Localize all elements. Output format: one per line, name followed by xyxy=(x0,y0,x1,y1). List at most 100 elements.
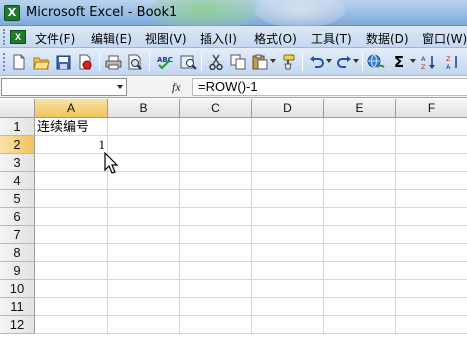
cell-d12[interactable] xyxy=(252,316,324,334)
cell-d9[interactable] xyxy=(252,262,324,280)
row-header-3[interactable]: 3 xyxy=(0,154,35,172)
sort-descending-icon[interactable]: ZA xyxy=(444,53,462,71)
cell-b7[interactable] xyxy=(108,226,180,244)
cell-f3[interactable] xyxy=(396,154,467,172)
cell-e2[interactable] xyxy=(324,136,396,154)
cell-b8[interactable] xyxy=(108,244,180,262)
workbook-icon[interactable]: X xyxy=(10,30,26,44)
cell-c2[interactable] xyxy=(180,136,252,154)
cell-b10[interactable] xyxy=(108,280,180,298)
cell-e3[interactable] xyxy=(324,154,396,172)
open-icon[interactable] xyxy=(32,53,50,71)
cell-c10[interactable] xyxy=(180,280,252,298)
insert-function-icon[interactable]: fx xyxy=(172,80,181,95)
cell-a3[interactable] xyxy=(35,154,108,172)
row-header-9[interactable]: 9 xyxy=(0,262,35,280)
cell-a6[interactable] xyxy=(35,208,108,226)
autosum-dropdown-arrow[interactable] xyxy=(410,59,416,63)
cell-e11[interactable] xyxy=(324,298,396,316)
cell-e1[interactable] xyxy=(324,118,396,136)
print-preview-icon[interactable] xyxy=(126,53,144,71)
cell-e8[interactable] xyxy=(324,244,396,262)
cell-b1[interactable] xyxy=(108,118,180,136)
redo-icon[interactable] xyxy=(335,53,353,71)
name-box[interactable] xyxy=(1,78,127,96)
cell-e5[interactable] xyxy=(324,190,396,208)
spelling-icon[interactable]: ABC xyxy=(156,53,174,71)
new-icon[interactable] xyxy=(10,53,28,71)
cell-c3[interactable] xyxy=(180,154,252,172)
row-header-12[interactable]: 12 xyxy=(0,316,35,334)
column-header-e[interactable]: E xyxy=(324,99,396,118)
cell-f12[interactable] xyxy=(396,316,467,334)
cell-d5[interactable] xyxy=(252,190,324,208)
cell-e12[interactable] xyxy=(324,316,396,334)
autosum-icon[interactable]: Σ xyxy=(390,53,408,71)
cell-d2[interactable] xyxy=(252,136,324,154)
menu-edit[interactable]: 编辑(E) xyxy=(91,30,132,47)
permission-icon[interactable] xyxy=(76,53,94,71)
cell-a7[interactable] xyxy=(35,226,108,244)
cell-d6[interactable] xyxy=(252,208,324,226)
menu-grip[interactable] xyxy=(3,29,6,45)
row-header-7[interactable]: 7 xyxy=(0,226,35,244)
cell-a9[interactable] xyxy=(35,262,108,280)
save-icon[interactable] xyxy=(54,53,72,71)
cell-c12[interactable] xyxy=(180,316,252,334)
row-header-1[interactable]: 1 xyxy=(0,118,35,136)
cell-a5[interactable] xyxy=(35,190,108,208)
cell-e9[interactable] xyxy=(324,262,396,280)
cell-d10[interactable] xyxy=(252,280,324,298)
menu-data[interactable]: 数据(D) xyxy=(366,30,409,47)
name-box-dropdown[interactable] xyxy=(114,79,126,95)
cell-d3[interactable] xyxy=(252,154,324,172)
cell-f9[interactable] xyxy=(396,262,467,280)
research-icon[interactable] xyxy=(179,53,197,71)
formula-input[interactable]: =ROW()-1 xyxy=(192,78,467,96)
cell-a12[interactable] xyxy=(35,316,108,334)
cell-a1[interactable]: 连续编号 xyxy=(35,118,108,136)
cell-d8[interactable] xyxy=(252,244,324,262)
print-icon[interactable] xyxy=(104,53,122,71)
cell-c4[interactable] xyxy=(180,172,252,190)
cell-f6[interactable] xyxy=(396,208,467,226)
paste-icon[interactable] xyxy=(251,53,269,71)
cell-c6[interactable] xyxy=(180,208,252,226)
cell-f11[interactable] xyxy=(396,298,467,316)
sort-ascending-icon[interactable]: AZ xyxy=(420,53,438,71)
cell-c8[interactable] xyxy=(180,244,252,262)
column-header-f[interactable]: F xyxy=(396,99,467,118)
column-header-b[interactable]: B xyxy=(108,99,180,118)
cell-f1[interactable] xyxy=(396,118,467,136)
menu-file[interactable]: 文件(F) xyxy=(35,30,75,47)
row-header-4[interactable]: 4 xyxy=(0,172,35,190)
menu-window[interactable]: 窗口(W) xyxy=(422,30,467,47)
undo-dropdown-arrow[interactable] xyxy=(326,59,332,63)
cell-e7[interactable] xyxy=(324,226,396,244)
cell-c1[interactable] xyxy=(180,118,252,136)
menu-tools[interactable]: 工具(T) xyxy=(311,30,352,47)
row-header-8[interactable]: 8 xyxy=(0,244,35,262)
row-header-6[interactable]: 6 xyxy=(0,208,35,226)
paste-dropdown-arrow[interactable] xyxy=(270,59,276,63)
redo-dropdown-arrow[interactable] xyxy=(353,59,359,63)
column-header-a[interactable]: A xyxy=(35,99,108,118)
row-header-5[interactable]: 5 xyxy=(0,190,35,208)
cell-f8[interactable] xyxy=(396,244,467,262)
cell-e4[interactable] xyxy=(324,172,396,190)
cell-b6[interactable] xyxy=(108,208,180,226)
cell-c9[interactable] xyxy=(180,262,252,280)
row-header-10[interactable]: 10 xyxy=(0,280,35,298)
cell-d11[interactable] xyxy=(252,298,324,316)
menu-view[interactable]: 视图(V) xyxy=(145,30,187,47)
column-header-d[interactable]: D xyxy=(252,99,324,118)
excel-app-icon[interactable]: X xyxy=(4,5,20,21)
row-header-11[interactable]: 11 xyxy=(0,298,35,316)
row-header-2[interactable]: 2 xyxy=(0,136,35,154)
copy-icon[interactable] xyxy=(229,53,247,71)
column-header-c[interactable]: C xyxy=(180,99,252,118)
cell-b9[interactable] xyxy=(108,262,180,280)
cell-f2[interactable] xyxy=(396,136,467,154)
select-all-corner[interactable] xyxy=(0,99,35,118)
cell-b11[interactable] xyxy=(108,298,180,316)
